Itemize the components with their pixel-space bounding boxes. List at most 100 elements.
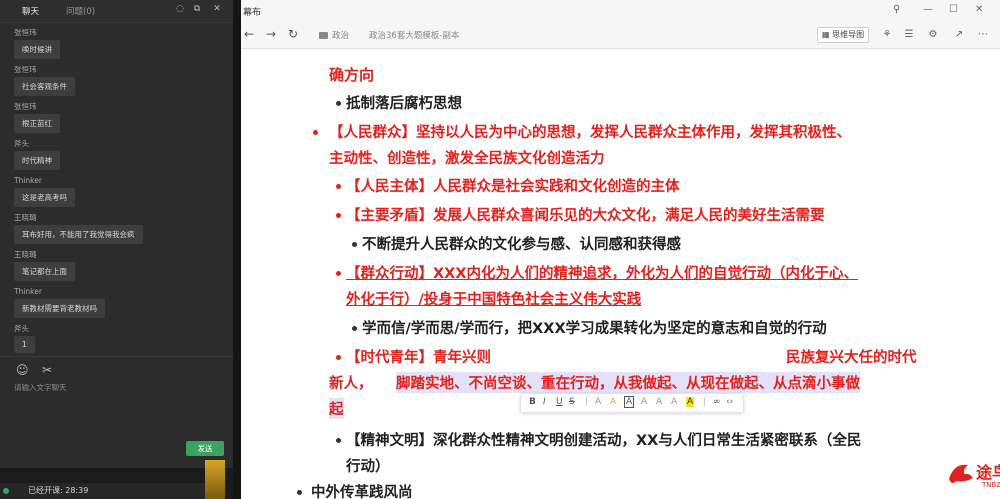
- minimize-icon[interactable]: —: [923, 4, 933, 15]
- message-sender: 斧头: [14, 324, 29, 333]
- scissors-icon[interactable]: ✂: [42, 363, 52, 377]
- font-color-icon[interactable]: A: [656, 397, 662, 407]
- outline-line[interactable]: 【精神文明】深化群众性精神文明创建活动，XX与人们日常生活紧密联系（全民: [346, 429, 861, 450]
- outline-line[interactable]: 民族复兴大任的时代: [786, 346, 917, 367]
- message-text: 唤时候讲: [14, 40, 60, 59]
- bullet-icon[interactable]: [336, 184, 341, 189]
- bullet-icon[interactable]: [336, 271, 341, 276]
- chat-message: 斧头 时代精神: [14, 138, 233, 172]
- close-icon[interactable]: ✕: [975, 4, 983, 15]
- outline-line[interactable]: 【时代青年】青年兴则: [346, 346, 491, 367]
- message-text: 时代精神: [14, 151, 60, 170]
- message-text: 1: [14, 336, 35, 353]
- class-status-bar: 已经开课: 28:39: [0, 483, 205, 499]
- highlighted-text[interactable]: 起: [329, 398, 344, 419]
- bullet-icon[interactable]: [336, 355, 341, 360]
- message-text: 根正苗红: [14, 114, 60, 133]
- settings-icon[interactable]: ⚙: [925, 27, 941, 43]
- link-icon[interactable]: ∞: [713, 397, 721, 407]
- message-sender: 张恒玮: [14, 102, 37, 111]
- maximize-icon[interactable]: ☐: [949, 4, 958, 15]
- outline-line[interactable]: 不断提升人民群众的文化参与感、认同感和获得感: [362, 233, 681, 254]
- message-text: 这是老高考吗: [14, 188, 75, 207]
- message-sender: 张恒玮: [14, 28, 37, 37]
- export-icon[interactable]: ↗: [951, 27, 967, 43]
- font-color-yellow-icon[interactable]: A: [610, 397, 616, 407]
- send-button[interactable]: 发送: [186, 441, 224, 456]
- underline-icon[interactable]: U: [556, 397, 563, 407]
- forward-icon[interactable]: →: [266, 27, 276, 41]
- refresh-icon[interactable]: ↻: [288, 27, 298, 41]
- live-dot-icon: [3, 488, 9, 494]
- share-icon[interactable]: ⚘: [879, 27, 895, 43]
- watermark-subtext: TNBZS.COM: [982, 481, 1000, 489]
- outline-line[interactable]: 【主要矛盾】发展人民群众喜闻乐见的大众文化，满足人民的美好生活需要: [346, 204, 825, 225]
- chat-input[interactable]: 请输入文字聊天: [14, 382, 67, 393]
- font-color-gray-icon[interactable]: A: [595, 397, 601, 407]
- chat-message: Thinker 这是老高考吗: [14, 175, 233, 209]
- pin-icon[interactable]: ⚲: [893, 4, 900, 15]
- watermark-logo: 途鸟吧 TNBZS.COM: [946, 459, 1000, 493]
- outline-line[interactable]: 中外传革践风尚: [311, 481, 413, 499]
- bullet-icon[interactable]: [336, 213, 341, 218]
- window-divider: [233, 0, 241, 499]
- chat-panel: 聊天 问题(0) ◌ ⧉ ✕ 张恒玮 唤时候讲 张恒玮 社会客观条件 张恒玮 根…: [0, 0, 233, 468]
- menu-icon[interactable]: ☰: [901, 27, 917, 43]
- emoji-icon[interactable]: ☺: [16, 363, 29, 377]
- watermark-bird-icon: [949, 464, 973, 484]
- outline-line[interactable]: 学而信/学而思/学而行，把XXX学习成果转化为坚定的意志和自觉的行动: [362, 317, 827, 338]
- outline-line[interactable]: 抵制落后腐朽思想: [346, 92, 462, 113]
- chat-message: 张恒玮 根正苗红: [14, 101, 233, 135]
- close-icon[interactable]: ✕: [212, 4, 222, 14]
- screen: 聊天 问题(0) ◌ ⧉ ✕ 张恒玮 唤时候讲 张恒玮 社会客观条件 张恒玮 根…: [0, 0, 1000, 499]
- window-title: 幕布: [243, 8, 262, 18]
- italic-icon[interactable]: I: [543, 397, 546, 407]
- chat-bubble-icon[interactable]: ◌: [175, 4, 185, 14]
- chat-message: Thinker 新教材需要背老教材吗: [14, 286, 233, 320]
- bullet-icon[interactable]: [336, 101, 341, 106]
- font-color-selected-icon[interactable]: A: [624, 396, 635, 408]
- outline-line[interactable]: 【人民群众】坚持以人民为中心的思想，发挥人民群众主体作用，发挥其积极性、: [329, 121, 851, 142]
- bold-icon[interactable]: B: [529, 397, 536, 407]
- font-color-icon[interactable]: A: [671, 397, 677, 407]
- message-sender: 王晓璐: [14, 213, 37, 222]
- message-sender: 王晓璐: [14, 250, 37, 259]
- message-text: 新教材需要背老教材吗: [14, 299, 105, 318]
- outline-line[interactable]: 【人民主体】人民群众是社会实践和文化创造的主体: [346, 175, 680, 196]
- video-thumbnail: [205, 460, 225, 499]
- outline-content[interactable]: 确方向 抵制落后腐朽思想 【人民群众】坚持以人民为中心的思想，发挥人民群众主体作…: [241, 49, 1000, 499]
- highlighted-text[interactable]: 脚踏实地、不尚空谈、重在行动，从我做起、从现在做起、从点滴小事做: [396, 372, 860, 393]
- bullet-icon[interactable]: [336, 438, 341, 443]
- bullet-icon[interactable]: [313, 130, 318, 135]
- chat-message-list[interactable]: 张恒玮 唤时候讲 张恒玮 社会客观条件 张恒玮 根正苗红 斧头 时代精神 Thi…: [0, 24, 233, 354]
- mindmap-button[interactable]: ▦ 思维导图: [817, 27, 870, 43]
- chat-message: 张恒玮 唤时候讲: [14, 27, 233, 61]
- outline-line[interactable]: 外化于行）/投身于中国特色社会主义伟大实践: [346, 288, 641, 309]
- font-color-icon[interactable]: A: [641, 397, 647, 407]
- outline-line[interactable]: 主动性、创造性，激发全民族文化创造活力: [329, 147, 605, 168]
- more-icon[interactable]: ⋯: [975, 27, 991, 43]
- mindmap-label: 思维导图: [832, 30, 865, 39]
- back-icon[interactable]: ←: [244, 27, 254, 41]
- tab-questions[interactable]: 问题(0): [66, 5, 95, 17]
- breadcrumb-root-label: 政治: [332, 31, 350, 41]
- breadcrumb-file[interactable]: 政治36套大题模板-副本: [369, 29, 459, 41]
- message-text: 社会客观条件: [14, 77, 75, 96]
- popout-icon[interactable]: ⧉: [192, 4, 202, 14]
- outline-line[interactable]: 【群众行动】XXX内化为人们的精神追求，外化为人们的自觉行动（内化于心、: [346, 262, 858, 283]
- bullet-icon[interactable]: [352, 242, 357, 247]
- breadcrumb-root[interactable]: 政治: [319, 29, 349, 41]
- highlight-yellow-icon[interactable]: A: [686, 397, 695, 407]
- bullet-icon[interactable]: [297, 490, 302, 495]
- code-icon[interactable]: ‹›: [726, 397, 733, 407]
- message-sender: 斧头: [14, 139, 29, 148]
- document-window: 幕布 ⚲ — ☐ ✕ ← → ↻ 政治 政治36套大题模板-副本 ▦ 思维导图 …: [241, 0, 1000, 499]
- toolbar: ← → ↻ 政治 政治36套大题模板-副本 ▦ 思维导图 ⚘ ☰ ⚙ ↗ ⋯: [241, 22, 1000, 49]
- outline-line[interactable]: 确方向: [329, 64, 374, 85]
- outline-line[interactable]: 行动）: [346, 455, 390, 476]
- message-sender: Thinker: [14, 176, 42, 185]
- outline-line[interactable]: 新人，: [329, 372, 373, 393]
- tab-chat[interactable]: 聊天: [22, 5, 39, 17]
- strikethrough-icon[interactable]: S: [569, 397, 575, 407]
- bullet-icon[interactable]: [352, 326, 357, 331]
